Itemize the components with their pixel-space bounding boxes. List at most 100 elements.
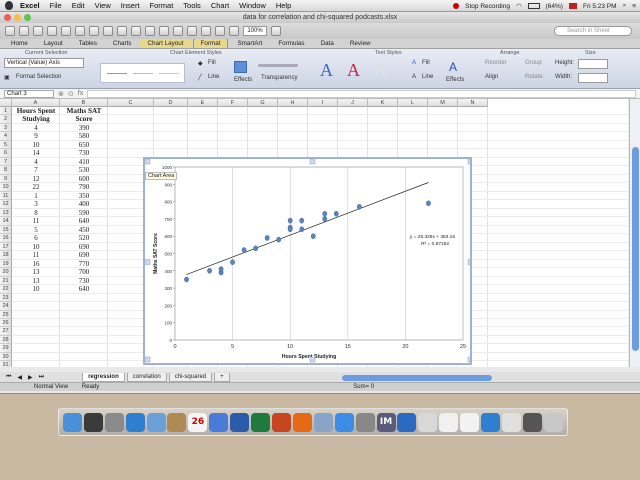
zoom-select[interactable]: 100% <box>243 26 267 36</box>
table-cell[interactable]: 390 <box>60 124 108 132</box>
dashboard-icon[interactable] <box>83 412 103 432</box>
table-cell[interactable]: 1 <box>12 192 60 200</box>
table-cell[interactable]: 400 <box>60 200 108 208</box>
data-point[interactable] <box>356 203 362 210</box>
reorder-button[interactable]: Reorder <box>485 60 507 66</box>
column-header[interactable]: K <box>368 99 398 107</box>
row-header[interactable]: 27 <box>0 327 12 336</box>
table-cell[interactable]: 8 <box>12 209 60 217</box>
table-cell[interactable]: 690 <box>60 243 108 251</box>
table-cell[interactable]: 700 <box>60 268 108 276</box>
row-header[interactable]: 12 <box>0 200 12 209</box>
redo-icon[interactable] <box>145 26 155 36</box>
menu-chart[interactable]: Chart <box>206 1 234 10</box>
menu-file[interactable]: File <box>45 1 67 10</box>
tab-tables[interactable]: Tables <box>72 39 104 48</box>
resize-handle[interactable] <box>467 259 470 265</box>
formula-cancel-icon[interactable]: ⊗ <box>58 90 64 98</box>
table-cell[interactable]: 590 <box>60 209 108 217</box>
vertical-scrollbar[interactable] <box>629 99 640 367</box>
quicktime-icon[interactable] <box>397 412 417 432</box>
row-header[interactable]: 4 <box>0 132 12 141</box>
table-cell[interactable]: 13 <box>12 277 60 285</box>
row-header[interactable]: 8 <box>0 166 12 175</box>
scatter-chart[interactable]: 0 5 10 15 20 25 0 100 200 300 400 500 600 700 800 900 10… <box>145 159 470 363</box>
data-point[interactable] <box>333 210 339 217</box>
wifi-icon[interactable]: ◠ <box>516 2 522 10</box>
table-cell[interactable]: 770 <box>60 260 108 268</box>
templates-icon[interactable] <box>19 26 29 36</box>
table-cell[interactable]: 9 <box>12 132 60 140</box>
r-squared-label[interactable]: R² = 0.87162 <box>421 241 449 247</box>
table-cell[interactable]: Studying <box>12 115 60 123</box>
row-header[interactable]: 9 <box>0 174 12 184</box>
print-icon[interactable] <box>61 26 71 36</box>
column-header[interactable]: A <box>12 99 60 107</box>
table-cell[interactable]: 520 <box>60 234 108 242</box>
row-header[interactable]: 7 <box>0 157 12 167</box>
name-box[interactable]: Chart 3 <box>4 89 54 98</box>
save-icon[interactable] <box>47 26 57 36</box>
column-header[interactable]: C <box>108 99 154 107</box>
table-cell[interactable]: 11 <box>12 251 60 259</box>
table-cell[interactable]: 580 <box>60 132 108 140</box>
sheet-tab-chi-squared[interactable]: chi-squared <box>168 372 213 382</box>
table-cell[interactable]: 10 <box>12 285 60 293</box>
data-point[interactable] <box>276 236 282 243</box>
sheet-tab-correlation[interactable]: correlation <box>126 372 167 382</box>
clock[interactable]: Fri 5:23 PM <box>583 3 617 10</box>
column-header[interactable]: L <box>398 99 428 107</box>
horizontal-scroll-thumb[interactable] <box>342 375 492 381</box>
transparency-slider[interactable] <box>258 64 298 67</box>
row-header[interactable]: 23 <box>0 293 12 303</box>
row-header[interactable]: 6 <box>0 149 12 158</box>
toolbox-icon[interactable] <box>215 26 225 36</box>
data-point[interactable] <box>241 247 247 253</box>
vertical-scroll-thumb[interactable] <box>632 147 639 351</box>
gallery-icon[interactable] <box>201 26 211 36</box>
table-cell[interactable]: 640 <box>60 285 108 293</box>
resize-handle[interactable] <box>145 356 151 363</box>
width-field[interactable] <box>578 73 608 83</box>
excel-icon[interactable] <box>251 412 271 432</box>
table-cell[interactable]: 13 <box>12 268 60 276</box>
column-header[interactable]: F <box>218 99 248 107</box>
row-header[interactable]: 18 <box>0 251 12 260</box>
table-cell[interactable]: 16 <box>12 260 60 268</box>
rotate-button[interactable]: Rotate <box>525 74 543 80</box>
data-point[interactable] <box>253 245 259 252</box>
y-axis-title[interactable]: Maths SAT Score <box>153 233 159 274</box>
format-icon[interactable] <box>117 26 127 36</box>
tab-layout[interactable]: Layout <box>37 39 70 48</box>
spotlight-icon[interactable]: ⌕ <box>623 2 627 10</box>
help-icon[interactable] <box>229 26 239 36</box>
table-cell[interactable]: Hours Spent <box>12 107 60 115</box>
paste-icon[interactable] <box>103 26 113 36</box>
row-header[interactable]: 22 <box>0 285 12 294</box>
plot-area[interactable] <box>174 166 464 341</box>
tab-formulas[interactable]: Formulas <box>271 39 311 48</box>
column-header[interactable]: B <box>60 99 108 107</box>
row-header[interactable]: 30 <box>0 352 12 362</box>
safari2-icon[interactable] <box>481 412 501 432</box>
text-fill-icon[interactable]: A <box>412 60 416 66</box>
add-sheet-button[interactable]: + <box>214 372 230 382</box>
trash-icon[interactable] <box>543 412 563 432</box>
row-header[interactable]: 26 <box>0 319 12 328</box>
table-cell[interactable]: 650 <box>60 141 108 149</box>
resize-handle[interactable] <box>145 159 151 165</box>
table-cell[interactable]: 640 <box>60 217 108 225</box>
align-button[interactable]: Align <box>485 74 498 80</box>
table-cell[interactable]: 6 <box>12 234 60 242</box>
table-cell[interactable]: 450 <box>60 226 108 234</box>
sheet-nav-prev-icon[interactable]: ◀ <box>15 374 24 381</box>
fill-icon[interactable]: ◆ <box>198 60 203 67</box>
sheet-nav-next-icon[interactable]: ▶ <box>26 374 35 381</box>
column-header[interactable]: D <box>154 99 188 107</box>
resize-handle[interactable] <box>467 356 470 363</box>
menu-tools[interactable]: Tools <box>178 1 206 10</box>
format-selection-icon[interactable]: ▣ <box>4 74 10 81</box>
text-style-light[interactable]: A <box>374 60 387 81</box>
table-cell[interactable]: 12 <box>12 175 60 183</box>
row-header[interactable]: 2 <box>0 115 12 124</box>
